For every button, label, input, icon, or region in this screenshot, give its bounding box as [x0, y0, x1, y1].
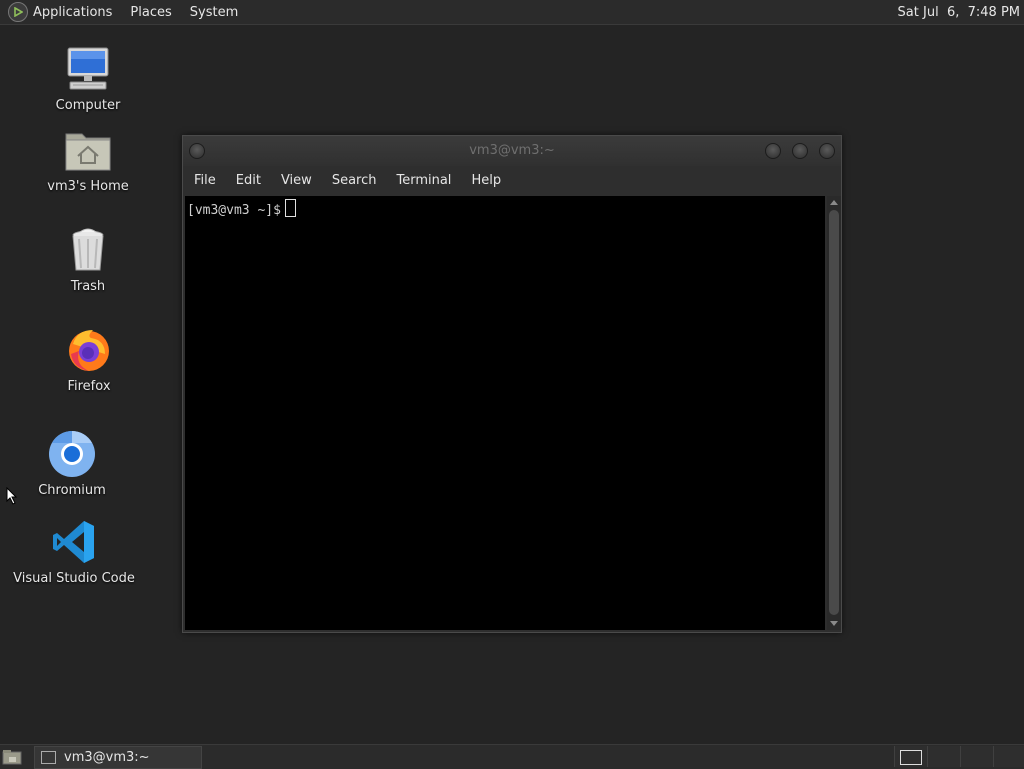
minimize-button[interactable] — [765, 143, 781, 159]
scroll-up-arrow-icon[interactable] — [830, 200, 838, 205]
places-menu[interactable]: Places — [124, 0, 177, 24]
window-title: vm3@vm3:~ — [469, 143, 555, 158]
menu-file[interactable]: File — [183, 173, 226, 188]
close-button[interactable] — [819, 143, 835, 159]
clock[interactable]: Sat Jul 6, 7:48 PM — [898, 0, 1020, 24]
mouse-pointer-icon — [6, 487, 18, 505]
desktop-icon-chromium[interactable]: Chromium — [12, 430, 132, 498]
text-cursor — [284, 199, 296, 217]
applications-logo-icon — [8, 2, 28, 22]
terminal-scrollbar[interactable] — [827, 196, 841, 630]
desktop-icon-label: Computer — [55, 98, 121, 113]
scroll-down-arrow-icon[interactable] — [830, 621, 838, 626]
show-desktop-icon[interactable] — [2, 749, 22, 765]
menu-view[interactable]: View — [271, 173, 322, 188]
home-folder-icon — [65, 133, 111, 171]
scrollbar-thumb[interactable] — [829, 210, 839, 615]
menu-edit[interactable]: Edit — [226, 173, 271, 188]
workspace-4[interactable] — [993, 746, 1024, 767]
terminal-menubar: File Edit View Search Terminal Help — [183, 166, 841, 194]
desktop-icon-label: Trash — [70, 279, 106, 294]
desktop-icon-firefox[interactable]: Firefox — [29, 326, 149, 394]
menu-terminal[interactable]: Terminal — [386, 173, 461, 188]
shell-prompt-line: [vm3@vm3 ~]$ — [187, 199, 296, 218]
desktop-icon-trash[interactable]: Trash — [28, 226, 148, 294]
taskbar-window-button[interactable]: vm3@vm3:~ — [34, 746, 202, 769]
workspace-2[interactable] — [927, 746, 960, 767]
shell-prompt: [vm3@vm3 ~]$ — [187, 203, 281, 218]
desktop-icon-label: Visual Studio Code — [13, 571, 135, 586]
menu-search[interactable]: Search — [322, 173, 387, 188]
computer-icon — [67, 47, 109, 90]
desktop-icon-computer[interactable]: Computer — [28, 45, 148, 113]
top-panel: Applications Places System Sat Jul 6, 7:… — [0, 0, 1024, 25]
terminal-output[interactable]: [vm3@vm3 ~]$ — [185, 196, 825, 630]
applications-menu[interactable]: Applications — [4, 0, 118, 24]
terminal-window[interactable]: vm3@vm3:~ File Edit View Search Terminal… — [182, 135, 842, 633]
taskbar-window-label: vm3@vm3:~ — [64, 750, 150, 765]
workspace-window-thumbnail — [900, 750, 922, 765]
system-menu[interactable]: System — [184, 0, 244, 24]
applications-menu-label: Applications — [33, 4, 113, 20]
terminal-icon — [41, 751, 56, 764]
firefox-icon — [69, 330, 109, 371]
bottom-panel: vm3@vm3:~ — [0, 744, 1024, 769]
trash-icon — [72, 228, 104, 271]
workspace-1[interactable] — [894, 746, 927, 767]
window-titlebar[interactable]: vm3@vm3:~ — [183, 136, 841, 166]
menu-help[interactable]: Help — [461, 173, 511, 188]
desktop-icon-label: vm3's Home — [47, 179, 129, 194]
workspace-3[interactable] — [960, 746, 993, 767]
desktop-icon-label: Chromium — [38, 483, 106, 498]
maximize-button[interactable] — [792, 143, 808, 159]
desktop-icon-home[interactable]: vm3's Home — [28, 126, 148, 194]
desktop-icon-vscode[interactable]: Visual Studio Code — [13, 518, 135, 586]
chromium-icon — [49, 431, 95, 477]
vscode-icon — [53, 521, 94, 563]
desktop-icon-label: Firefox — [67, 379, 111, 394]
